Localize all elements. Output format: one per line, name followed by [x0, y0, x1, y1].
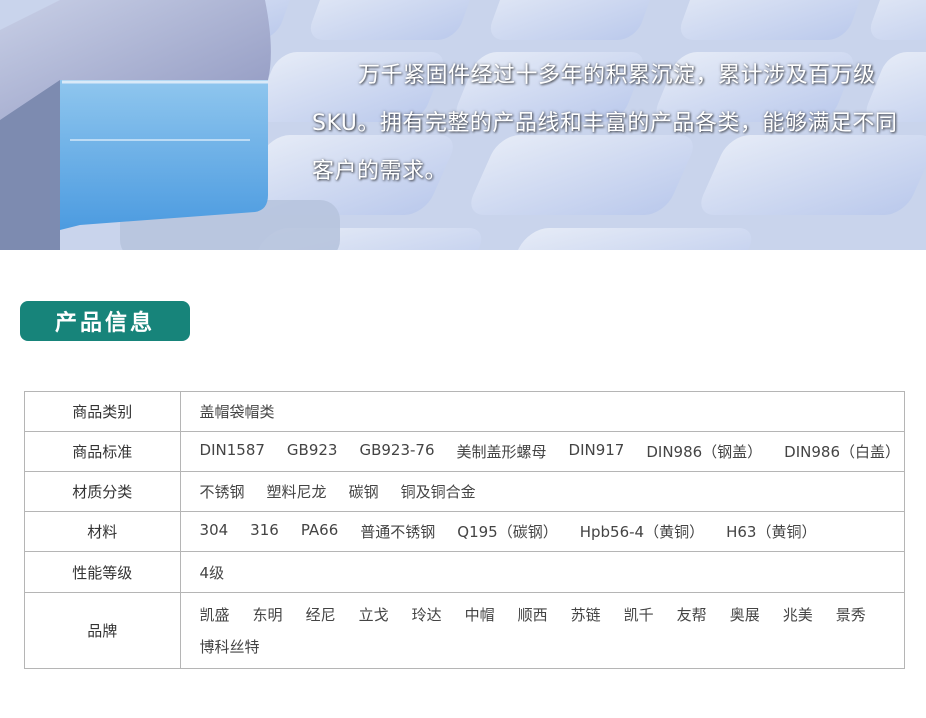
brand-item: 奥展	[729, 605, 760, 624]
standard-list: DIN1587 GB923 GB923-76 美制盖形螺母 DIN917 DIN…	[200, 441, 900, 462]
brand-item: 博科丝特	[199, 637, 260, 656]
table-row: 性能等级 4级	[24, 551, 906, 593]
material-item: PA66	[300, 521, 339, 539]
brand-item: 东明	[252, 605, 283, 624]
category-value: 盖帽袋帽类	[179, 391, 906, 432]
table-row: 材料 304 316 PA66 普通不锈钢 Q195（碳钢） Hpb56-4（黄…	[24, 511, 906, 552]
material-type-list: 不锈钢 塑料尼龙 碳钢 铜及铜合金	[200, 481, 900, 502]
material-type-item: 塑料尼龙	[266, 483, 327, 501]
material-list: 304 316 PA66 普通不锈钢 Q195（碳钢） Hpb56-4（黄铜） …	[200, 521, 900, 542]
grade-label: 性能等级	[24, 551, 181, 593]
standard-item: DIN1587	[199, 441, 265, 459]
standard-item: DIN986（白盖）	[784, 443, 900, 461]
table-row: 品牌 凯盛 东明 经尼 立戈 玲达 中帽 顺西 苏链 凯千 友帮 奥展 兆美 景…	[24, 592, 906, 669]
material-item: 316	[250, 521, 279, 539]
product-info-table: 商品类别 盖帽袋帽类 商品标准 DIN1587 GB923 GB923-76 美…	[24, 391, 906, 669]
standard-item: GB923	[286, 441, 338, 459]
standard-item: 美制盖形螺母	[456, 443, 547, 461]
material-item: Q195（碳钢）	[457, 523, 558, 541]
standard-item: DIN986（钢盖）	[646, 443, 763, 461]
material-item: 普通不锈钢	[360, 523, 436, 541]
brand-item: 顺西	[517, 605, 548, 624]
brand-item: 景秀	[835, 605, 866, 624]
material-item: 304	[199, 521, 229, 539]
banner-intro-text: 万千紧固件经过十多年的积累沉淀，累计涉及百万级SKU。拥有完整的产品线和丰富的产…	[312, 63, 898, 184]
brand-item: 玲达	[411, 605, 442, 624]
hero-banner: 万千紧固件经过十多年的积累沉淀，累计涉及百万级SKU。拥有完整的产品线和丰富的产…	[0, 0, 926, 250]
brand-item: 中帽	[464, 605, 495, 624]
brand-item: 立戈	[358, 605, 389, 624]
brand-item: 凯盛	[199, 605, 230, 624]
material-type-item: 铜及铜合金	[400, 483, 476, 501]
material-item: Hpb56-4（黄铜）	[579, 523, 705, 541]
table-row: 商品类别 盖帽袋帽类	[24, 391, 906, 432]
brand-label: 品牌	[24, 592, 181, 669]
brand-item: 经尼	[305, 605, 336, 624]
brand-item: 兆美	[782, 605, 813, 624]
brand-item: 友帮	[676, 605, 707, 624]
standard-item: GB923-76	[359, 441, 435, 459]
material-label: 材料	[24, 511, 181, 552]
category-label: 商品类别	[24, 391, 181, 432]
material-item: H63（黄铜）	[726, 523, 817, 541]
material-type-item: 不锈钢	[199, 483, 245, 501]
brand-list: 凯盛 东明 经尼 立戈 玲达 中帽 顺西 苏链 凯千 友帮 奥展 兆美 景秀 博…	[200, 599, 890, 663]
table-row: 材质分类 不锈钢 塑料尼龙 碳钢 铜及铜合金	[24, 471, 906, 512]
section-title: 产品信息	[20, 301, 190, 341]
grade-value: 4级	[179, 551, 906, 593]
table-row: 商品标准 DIN1587 GB923 GB923-76 美制盖形螺母 DIN91…	[24, 431, 906, 472]
brand-item: 凯千	[623, 605, 654, 624]
material-type-label: 材质分类	[24, 471, 181, 512]
brand-item: 苏链	[570, 605, 601, 624]
standard-item: DIN917	[568, 441, 625, 459]
standard-label: 商品标准	[24, 431, 181, 472]
material-type-item: 碳钢	[348, 483, 379, 501]
